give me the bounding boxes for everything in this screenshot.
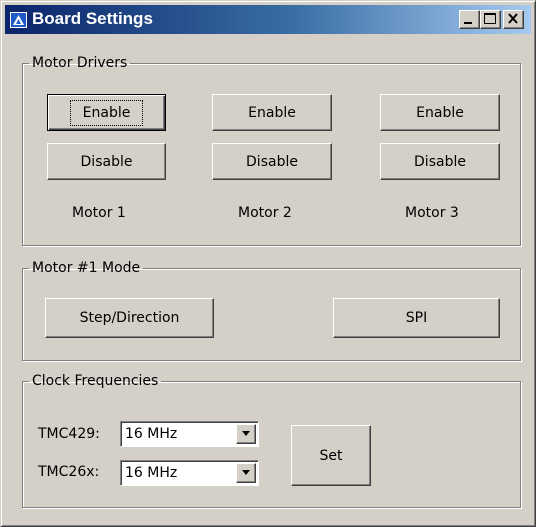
motor1-enable-button[interactable]: Enable <box>47 94 166 131</box>
motor3-label: Motor 3 <box>405 205 459 221</box>
maximize-button[interactable] <box>480 10 501 29</box>
set-button[interactable]: Set <box>291 425 371 486</box>
maximize-icon <box>484 13 496 24</box>
step-direction-button[interactable]: Step/Direction <box>45 298 214 338</box>
motor3-disable-button[interactable]: Disable <box>380 143 500 180</box>
tmc26x-select[interactable]: 16 MHz <box>120 460 259 486</box>
motor2-disable-button[interactable]: Disable <box>212 143 332 180</box>
tmc429-value: 16 MHz <box>125 426 178 442</box>
tmc429-select[interactable]: 16 MHz <box>120 421 259 447</box>
motor1-disable-button[interactable]: Disable <box>47 143 166 180</box>
chevron-down-icon <box>242 470 250 475</box>
window-title: Board Settings <box>32 9 153 28</box>
motor3-enable-button[interactable]: Enable <box>380 94 500 131</box>
motor-drivers-legend: Motor Drivers <box>32 55 128 71</box>
chevron-down-icon <box>242 431 250 436</box>
app-triangle-icon <box>10 12 27 28</box>
close-icon <box>508 13 518 24</box>
tmc429-dropdown-button[interactable] <box>236 424 256 444</box>
motor1-enable-label: Enable <box>69 99 144 126</box>
board-settings-window: Board Settings Motor Drivers Enable Disa… <box>0 0 536 527</box>
motor1-mode-legend: Motor #1 Mode <box>32 260 141 276</box>
motor2-label: Motor 2 <box>238 205 292 221</box>
minimize-button[interactable] <box>459 10 480 29</box>
motor2-enable-button[interactable]: Enable <box>212 94 332 131</box>
tmc26x-label: TMC26x: <box>38 464 100 480</box>
tmc26x-dropdown-button[interactable] <box>236 463 256 483</box>
close-button[interactable] <box>503 10 524 29</box>
clock-frequencies-legend: Clock Frequencies <box>32 373 159 389</box>
spi-button[interactable]: SPI <box>333 298 500 338</box>
motor1-label: Motor 1 <box>72 205 126 221</box>
title-bar[interactable]: Board Settings <box>5 5 531 34</box>
tmc429-label: TMC429: <box>38 426 100 442</box>
tmc26x-value: 16 MHz <box>125 465 178 481</box>
minimize-icon <box>464 22 472 24</box>
